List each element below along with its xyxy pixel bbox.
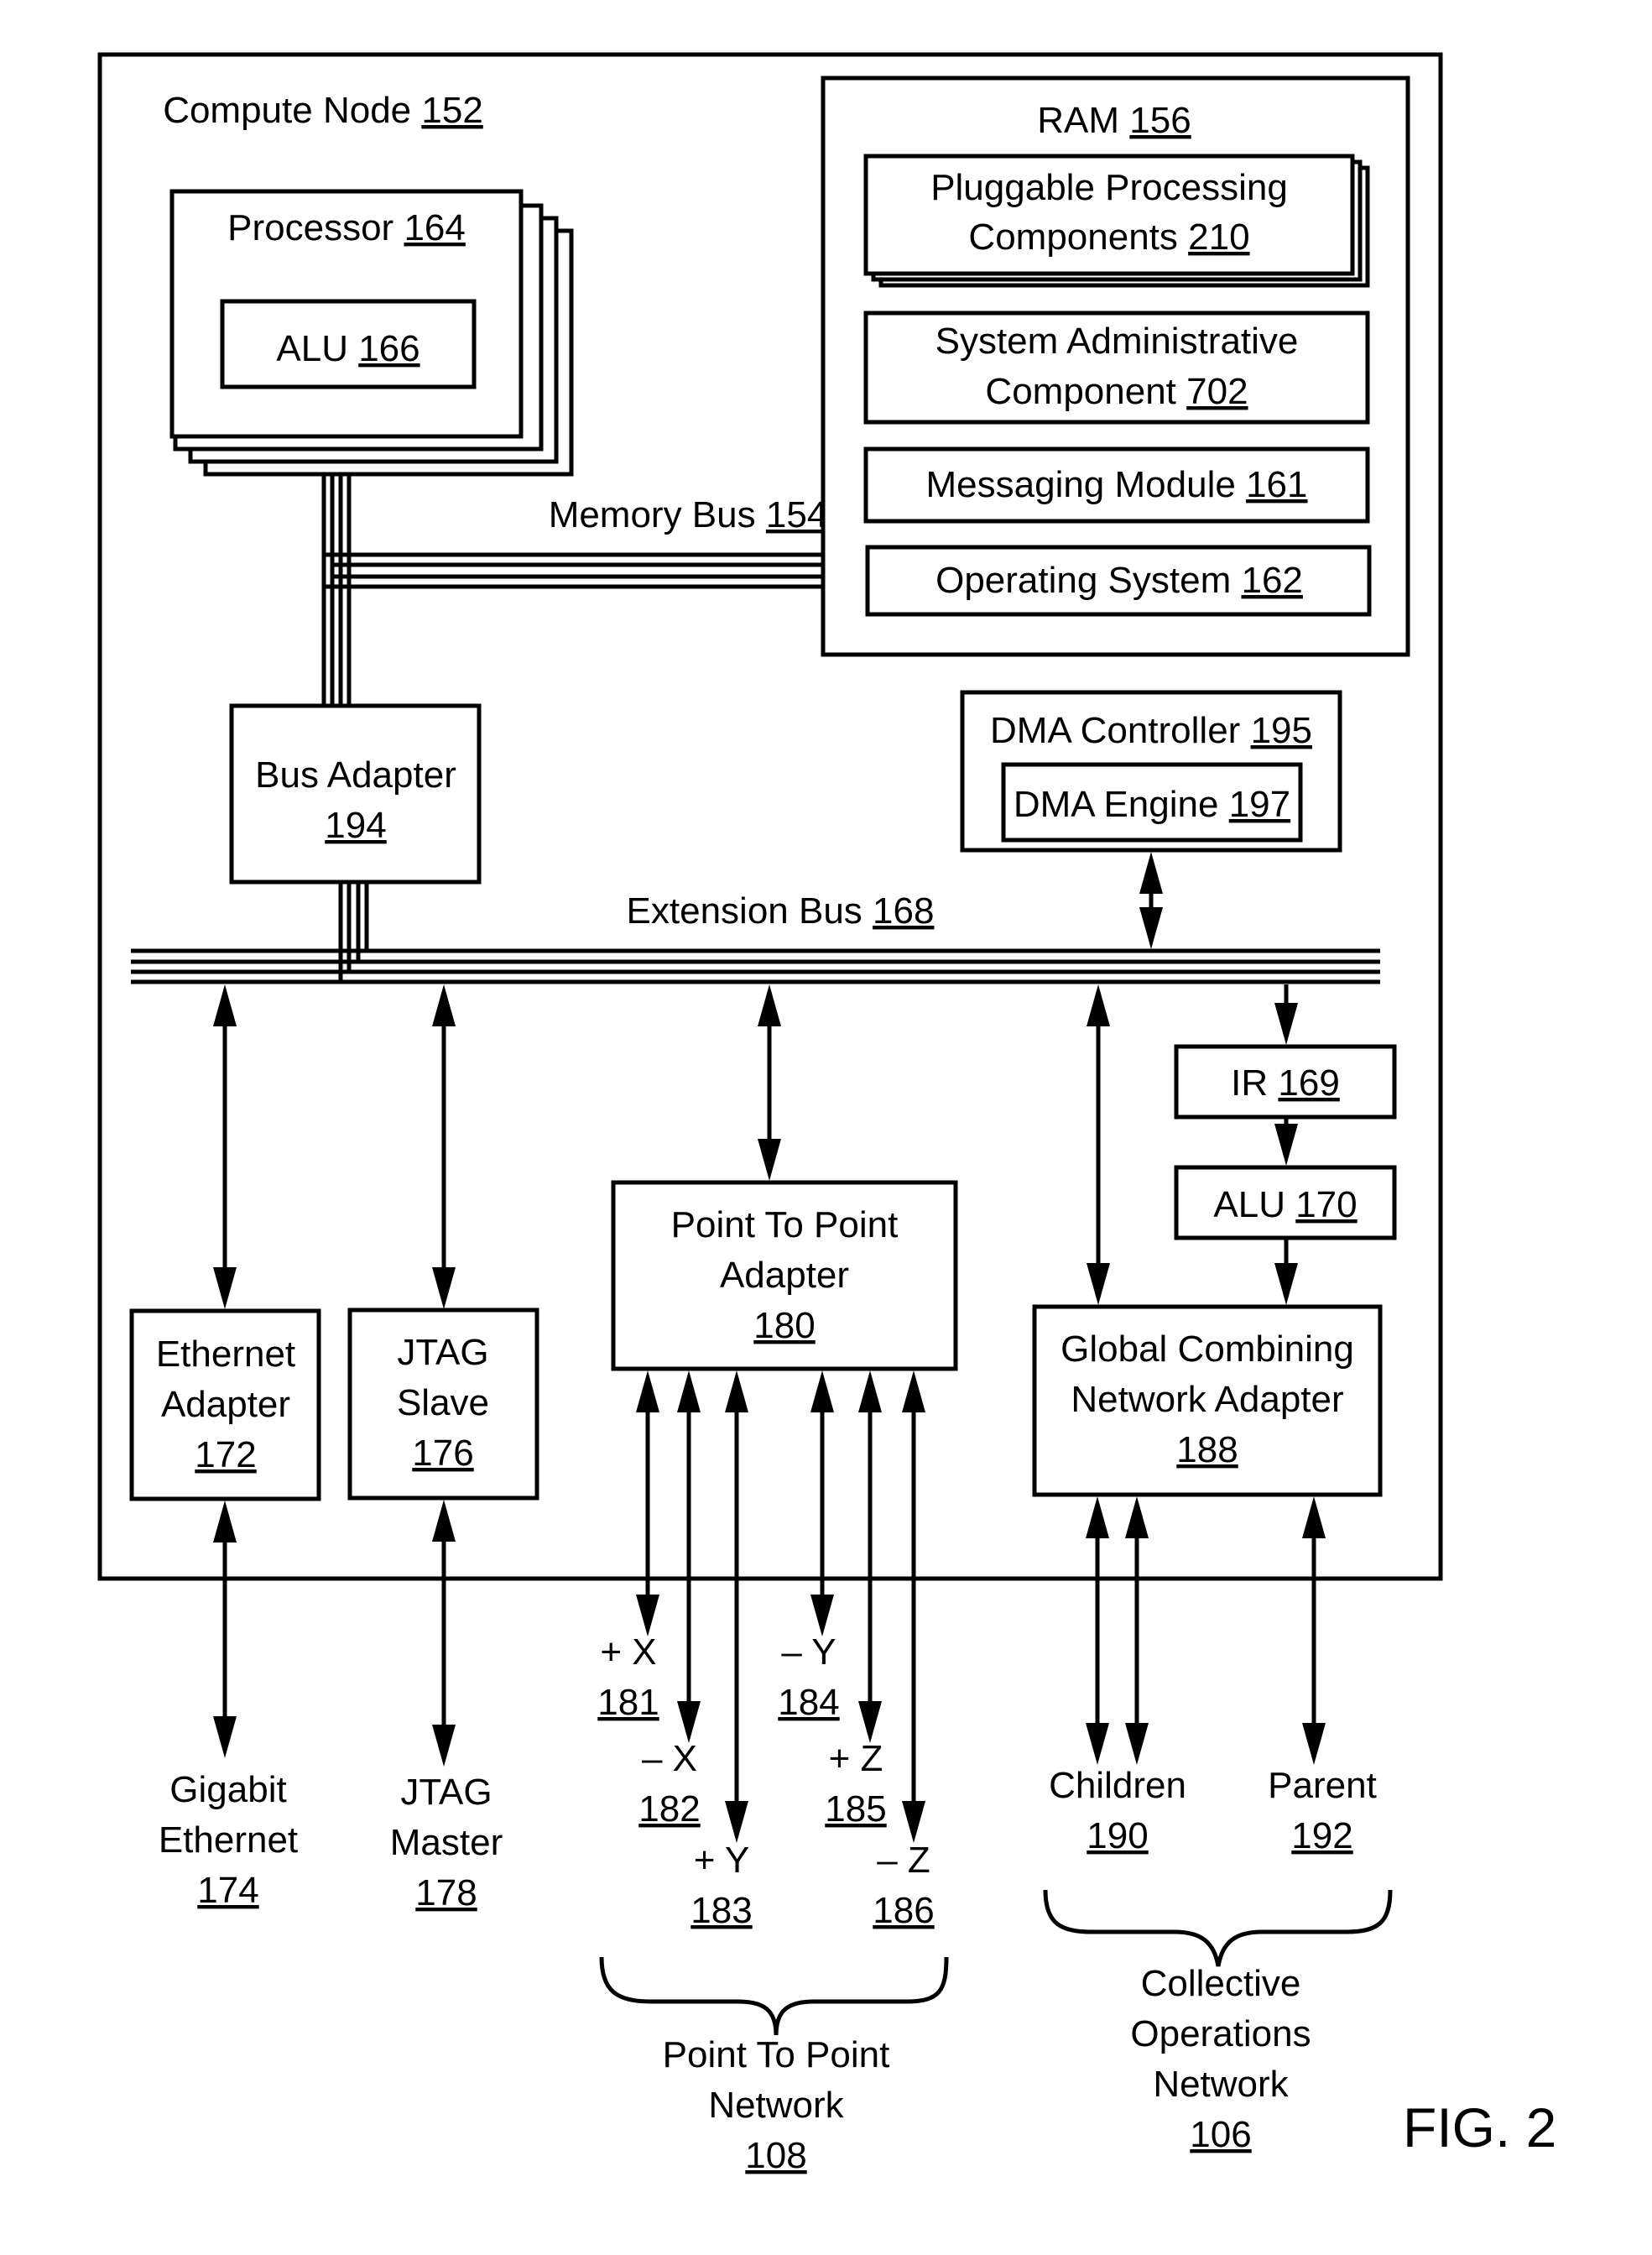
jtag-master-label-2: Master	[390, 1822, 503, 1863]
gigabit-ethernet-label-2: Ethernet	[159, 1819, 298, 1861]
bus-adapter-label: Bus Adapter	[255, 754, 456, 796]
link-plus-x-ref: 181	[597, 1682, 659, 1723]
children-arrow-1-arrowhead-down-icon	[1086, 1723, 1109, 1765]
link-minus-y-label: – Y	[781, 1631, 836, 1673]
jtag-master-label: JTAG	[400, 1772, 492, 1813]
ptp-adapter-ref: 180	[753, 1305, 815, 1346]
ptp-network-ref: 108	[745, 2135, 806, 2176]
ptp-network-brace	[599, 1956, 949, 2036]
link-minus-x-ref: 182	[638, 1788, 700, 1830]
collective-network-label-3: Network	[1153, 2064, 1289, 2105]
jtag-slave-label-2: Slave	[397, 1382, 489, 1423]
link-minus-z-arrow-arrowhead-down-icon	[902, 1801, 925, 1843]
link-plus-y-label: + Y	[694, 1840, 750, 1881]
jtag-slave-ref: 176	[412, 1433, 473, 1474]
alu-170-label: ALU 170	[1213, 1184, 1357, 1225]
parent-arrow-arrowhead-down-icon	[1302, 1723, 1326, 1765]
processor-alu-label: ALU 166	[276, 328, 420, 369]
link-minus-y-ref: 184	[778, 1682, 839, 1723]
ptp-adapter-label: Point To Point	[671, 1204, 899, 1245]
operating-system-label: Operating System 162	[935, 560, 1303, 601]
jtag-master-ref: 178	[415, 1872, 477, 1913]
link-plus-z-arrow-arrowhead-down-icon	[858, 1701, 882, 1743]
ram-label: RAM 156	[1037, 100, 1191, 141]
ptp-network-label-2: Network	[708, 2085, 844, 2126]
link-plus-z-ref: 185	[825, 1788, 886, 1830]
dma-controller-label: DMA Controller 195	[990, 710, 1312, 751]
link-minus-y-arrow-arrowhead-down-icon	[810, 1595, 834, 1636]
ethernet-adapter-ref: 172	[195, 1434, 256, 1475]
sys-admin-component-label: System Administrative	[935, 321, 1299, 362]
link-plus-y-ref: 183	[691, 1890, 752, 1931]
compute-node-diagram: Compute Node 152 Processor 164 ALU 166 M…	[97, 52, 1556, 2176]
link-plus-x-label: + X	[600, 1631, 656, 1673]
bus-adapter-ref: 194	[325, 805, 386, 846]
collective-network-label-2: Operations	[1130, 2013, 1311, 2054]
gigabit-ethernet-label: Gigabit	[169, 1769, 286, 1810]
pluggable-components-label-2: Components 210	[968, 217, 1249, 258]
ethernet-adapter-label-2: Adapter	[161, 1384, 290, 1425]
processor-label: Processor 164	[227, 207, 466, 248]
dma-engine-label: DMA Engine 197	[1014, 784, 1290, 825]
parent-ref: 192	[1291, 1815, 1352, 1856]
extension-bus-label: Extension Bus 168	[627, 890, 935, 932]
jtag-slave-label: JTAG	[397, 1332, 488, 1373]
link-minus-z-ref: 186	[873, 1890, 934, 1931]
gcn-adapter-ref: 188	[1176, 1429, 1238, 1470]
ir-label: IR 169	[1231, 1062, 1340, 1104]
pluggable-components-label: Pluggable Processing	[930, 167, 1288, 208]
gigabit-ethernet-ref: 174	[197, 1870, 258, 1911]
collective-network-brace	[1043, 1889, 1393, 1967]
gigabit-ethernet-arrow-arrowhead-down-icon	[213, 1716, 237, 1758]
link-minus-z-label: – Z	[877, 1840, 930, 1881]
children-arrow-2-arrowhead-down-icon	[1125, 1723, 1149, 1765]
link-plus-z-label: + Z	[829, 1738, 883, 1779]
ptp-adapter-label-2: Adapter	[720, 1255, 849, 1296]
collective-network-ref: 106	[1190, 2114, 1251, 2155]
ethernet-adapter-label: Ethernet	[156, 1334, 295, 1375]
memory-bus-label: Memory Bus 154	[549, 494, 828, 535]
children-label: Children	[1049, 1765, 1186, 1806]
figure-label: FIG. 2	[1403, 2096, 1556, 2158]
parent-label: Parent	[1268, 1765, 1377, 1806]
link-plus-y-arrow-arrowhead-down-icon	[725, 1801, 748, 1843]
link-plus-x-arrow-arrowhead-down-icon	[636, 1595, 659, 1636]
collective-network-label: Collective	[1141, 1963, 1301, 2004]
ptp-network-label: Point To Point	[663, 2034, 890, 2075]
link-minus-x-arrow-arrowhead-down-icon	[677, 1701, 701, 1743]
link-minus-x-label: – X	[642, 1738, 697, 1779]
sys-admin-component-label-2: Component 702	[985, 371, 1248, 412]
gcn-adapter-label: Global Combining	[1061, 1328, 1354, 1370]
messaging-module-label: Messaging Module 161	[926, 464, 1308, 505]
compute-node-label: Compute Node 152	[163, 90, 483, 131]
jtag-master-arrow-arrowhead-down-icon	[432, 1725, 456, 1767]
gcn-adapter-label-2: Network Adapter	[1071, 1379, 1343, 1420]
children-ref: 190	[1087, 1815, 1148, 1856]
